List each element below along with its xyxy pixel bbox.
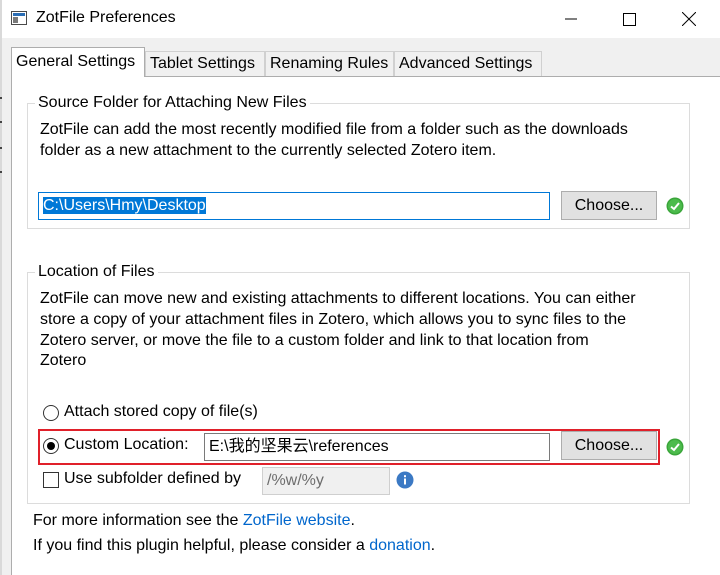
source-folder-choose-button[interactable]: Choose... — [561, 191, 657, 220]
use-subfolder-checkbox[interactable] — [43, 472, 59, 488]
close-icon — [682, 12, 696, 26]
location-description-1: ZotFile can move new and existing attach… — [40, 290, 636, 307]
source-folder-legend: Source Folder for Attaching New Files — [35, 94, 310, 112]
button-label: Choose... — [574, 437, 644, 454]
app-icon — [11, 11, 27, 25]
custom-location-choose-button[interactable]: Choose... — [561, 431, 657, 460]
tab-general-settings[interactable]: General Settings — [11, 47, 145, 77]
tab-tablet-settings[interactable]: Tablet Settings — [145, 51, 265, 76]
info-prefix: For more information see the — [33, 512, 243, 529]
ok-check-icon — [666, 438, 684, 456]
window-title: ZotFile Preferences — [36, 9, 176, 26]
custom-location-label[interactable]: Custom Location: — [64, 436, 189, 454]
use-subfolder-label[interactable]: Use subfolder defined by — [64, 470, 241, 488]
donation-link[interactable]: donation — [369, 537, 430, 554]
radio-stored-copy[interactable] — [43, 405, 59, 421]
location-description-4: Zotero — [40, 352, 87, 369]
zotfile-website-link[interactable]: ZotFile website — [243, 512, 351, 529]
stored-copy-label[interactable]: Attach stored copy of file(s) — [64, 403, 258, 421]
source-folder-description-2: folder as a new attachment to the curren… — [40, 142, 497, 159]
ok-check-icon — [666, 197, 684, 215]
subfolder-pattern-input[interactable]: /%w/%y — [262, 467, 390, 495]
minimize-button[interactable] — [548, 0, 594, 38]
tab-advanced-settings[interactable]: Advanced Settings — [394, 51, 542, 76]
custom-location-path-value: E:\我的坚果云\references — [209, 438, 389, 455]
button-label: Choose... — [574, 197, 644, 214]
close-button[interactable] — [666, 0, 712, 38]
tab-renaming-rules[interactable]: Renaming Rules — [265, 51, 394, 76]
radio-custom-location[interactable] — [43, 438, 59, 454]
maximize-icon — [622, 12, 636, 26]
info-text: For more information see the ZotFile web… — [33, 510, 355, 531]
source-folder-path-input[interactable]: C:\Users\Hmy\Desktop — [38, 192, 550, 220]
help-prefix: If you find this plugin helpful, please … — [33, 537, 370, 554]
tab-label: General Settings — [16, 53, 136, 70]
info-suffix: . — [350, 512, 355, 529]
source-folder-description-1: ZotFile can add the most recently modifi… — [40, 121, 628, 138]
subfolder-pattern-value: /%w/%y — [267, 472, 324, 489]
tab-label: Tablet Settings — [150, 55, 255, 72]
tab-label: Renaming Rules — [270, 55, 389, 72]
location-description-2: store a copy of your attachment files in… — [40, 311, 627, 328]
location-description-3: Zotero server, or move the file to a cus… — [40, 332, 589, 349]
custom-location-path-input[interactable]: E:\我的坚果云\references — [204, 433, 550, 461]
title-bar[interactable]: ZotFile Preferences — [2, 0, 720, 38]
donation-text: If you find this plugin helpful, please … — [33, 535, 435, 556]
minimize-icon — [565, 18, 577, 20]
maximize-button[interactable] — [606, 0, 652, 38]
info-icon[interactable] — [396, 471, 414, 489]
help-suffix: . — [430, 537, 436, 554]
tab-label: Advanced Settings — [399, 55, 533, 72]
location-legend: Location of Files — [35, 263, 158, 281]
source-folder-path-value: C:\Users\Hmy\Desktop — [43, 197, 206, 214]
